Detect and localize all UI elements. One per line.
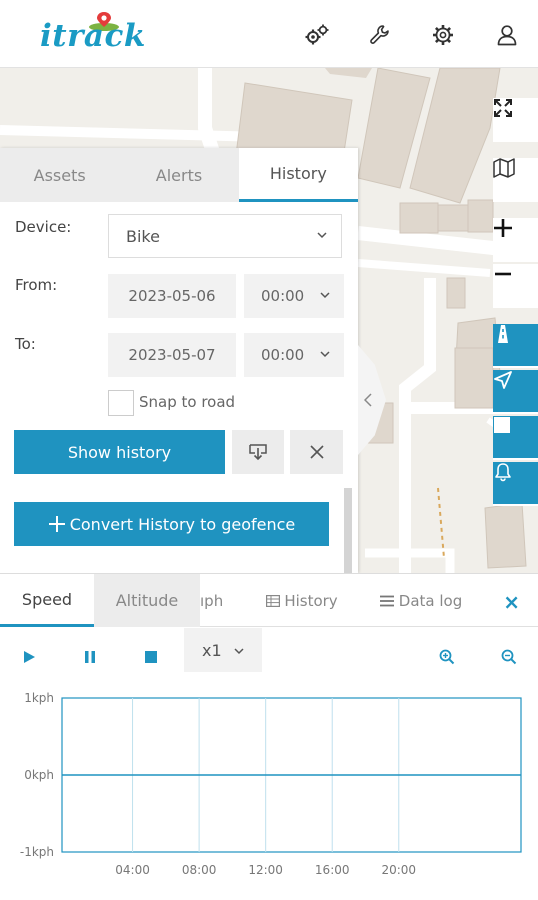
- clear-button[interactable]: [290, 430, 343, 474]
- chevron-down-icon: [320, 292, 330, 299]
- bell-icon: [495, 463, 511, 482]
- close-bottom-panel-button[interactable]: ×: [503, 590, 520, 614]
- speed-chart[interactable]: 04:00 08:00 12:00 16:00 20:00 1kph 0kph -1kph: [0, 674, 538, 900]
- playback-speed-select[interactable]: x1: [184, 628, 262, 672]
- device-value: Bike: [126, 226, 160, 246]
- expand-icon: [494, 99, 512, 117]
- bottom-panel: Speed Altitude ıph History Data log × x1…: [0, 573, 538, 900]
- stop-button[interactable]: [140, 646, 162, 668]
- show-history-button[interactable]: Show history: [14, 430, 225, 474]
- snap-to-road-label: Snap to road: [139, 393, 236, 411]
- zoom-in-icon: [439, 649, 455, 665]
- road-icon: [498, 325, 508, 343]
- square-icon: [494, 417, 510, 433]
- itrack-logo[interactable]: itrack: [40, 10, 160, 58]
- table-icon: [266, 594, 281, 607]
- to-time-value: 00:00: [261, 346, 305, 364]
- chart-x-tick-label: 08:00: [182, 863, 217, 877]
- play-button[interactable]: [18, 646, 40, 668]
- navigate-button[interactable]: [493, 370, 538, 414]
- from-label: From:: [15, 276, 58, 294]
- map-layers-button[interactable]: [493, 158, 538, 202]
- download-icon: [249, 444, 267, 461]
- app-header: itrack: [0, 0, 538, 68]
- tab-data-log[interactable]: Data log: [376, 574, 466, 627]
- chart-y-tick-label: -1kph: [20, 845, 54, 859]
- logo-text: itrack: [40, 18, 146, 54]
- close-icon: [309, 445, 324, 459]
- speed-chart-svg: 04:00 08:00 12:00 16:00 20:00 1kph 0kph -1kph: [20, 691, 522, 877]
- location-arrow-icon: [494, 371, 512, 389]
- chart-x-tick-label: 20:00: [381, 863, 416, 877]
- zoom-out-button[interactable]: [493, 264, 538, 308]
- playback-speed-value: x1: [202, 640, 222, 660]
- to-time-select[interactable]: 00:00: [244, 333, 344, 377]
- chevron-down-icon: [317, 232, 327, 239]
- plus-icon: [48, 516, 65, 532]
- tab-assets[interactable]: Assets: [0, 148, 119, 202]
- tab-graph-partial[interactable]: ıph: [200, 574, 226, 627]
- zoom-in-chart-button[interactable]: [436, 646, 458, 668]
- chart-x-tick-label: 16:00: [315, 863, 350, 877]
- to-label: To:: [15, 335, 36, 353]
- pause-button[interactable]: [79, 646, 101, 668]
- chart-y-tick-label: 0kph: [24, 768, 54, 782]
- to-date-input[interactable]: 2023-05-07: [108, 333, 236, 377]
- tab-altitude[interactable]: Altitude: [94, 574, 200, 627]
- list-icon: [379, 595, 394, 606]
- chevron-down-icon: [320, 351, 330, 358]
- zoom-out-icon: [501, 649, 517, 665]
- tab-alerts[interactable]: Alerts: [119, 148, 238, 202]
- tab-history-label: History: [284, 591, 338, 610]
- geofence-button[interactable]: [493, 416, 538, 460]
- from-time-value: 00:00: [261, 287, 305, 305]
- alerts-button[interactable]: [493, 462, 538, 506]
- chevron-down-icon: [234, 648, 244, 655]
- user-icon[interactable]: [494, 22, 520, 48]
- zoom-in-button[interactable]: [493, 218, 538, 262]
- device-select[interactable]: Bike: [108, 214, 342, 258]
- zoom-out-chart-button[interactable]: [498, 646, 520, 668]
- gears-icon[interactable]: [304, 22, 330, 48]
- fullscreen-button[interactable]: [493, 98, 538, 142]
- from-date-input[interactable]: 2023-05-06: [108, 274, 236, 318]
- play-icon: [24, 651, 35, 663]
- from-time-select[interactable]: 00:00: [244, 274, 344, 318]
- road-button[interactable]: [493, 324, 538, 368]
- chart-x-tick-label: 12:00: [248, 863, 283, 877]
- stop-icon: [145, 651, 157, 663]
- panel-tabs: Assets Alerts History: [0, 148, 358, 202]
- tab-history[interactable]: History: [238, 148, 358, 202]
- wrench-icon[interactable]: [367, 22, 393, 48]
- snap-to-road-checkbox[interactable]: [108, 390, 134, 416]
- convert-geofence-button[interactable]: Convert History to geofence: [14, 502, 329, 546]
- chevron-left-icon: [364, 393, 372, 407]
- minus-icon: [495, 272, 511, 276]
- tab-speed[interactable]: Speed: [0, 574, 94, 627]
- device-label: Device:: [15, 218, 72, 236]
- plus-icon: [494, 219, 512, 237]
- chart-x-tick-label: 04:00: [115, 863, 150, 877]
- download-button[interactable]: [232, 430, 284, 474]
- gear-icon[interactable]: [430, 22, 456, 48]
- tab-data-log-label: Data log: [398, 591, 463, 610]
- history-panel: Assets Alerts History Device: Bike From:…: [0, 148, 358, 573]
- bottom-tabs: Speed Altitude ıph History Data log ×: [0, 574, 538, 627]
- chart-y-tick-label: 1kph: [24, 691, 54, 705]
- map-icon: [493, 158, 515, 178]
- tab-history-table[interactable]: History: [262, 574, 342, 627]
- panel-scrollbar[interactable]: [344, 488, 352, 573]
- pause-icon: [85, 651, 95, 663]
- convert-geofence-label: Convert History to geofence: [69, 514, 296, 534]
